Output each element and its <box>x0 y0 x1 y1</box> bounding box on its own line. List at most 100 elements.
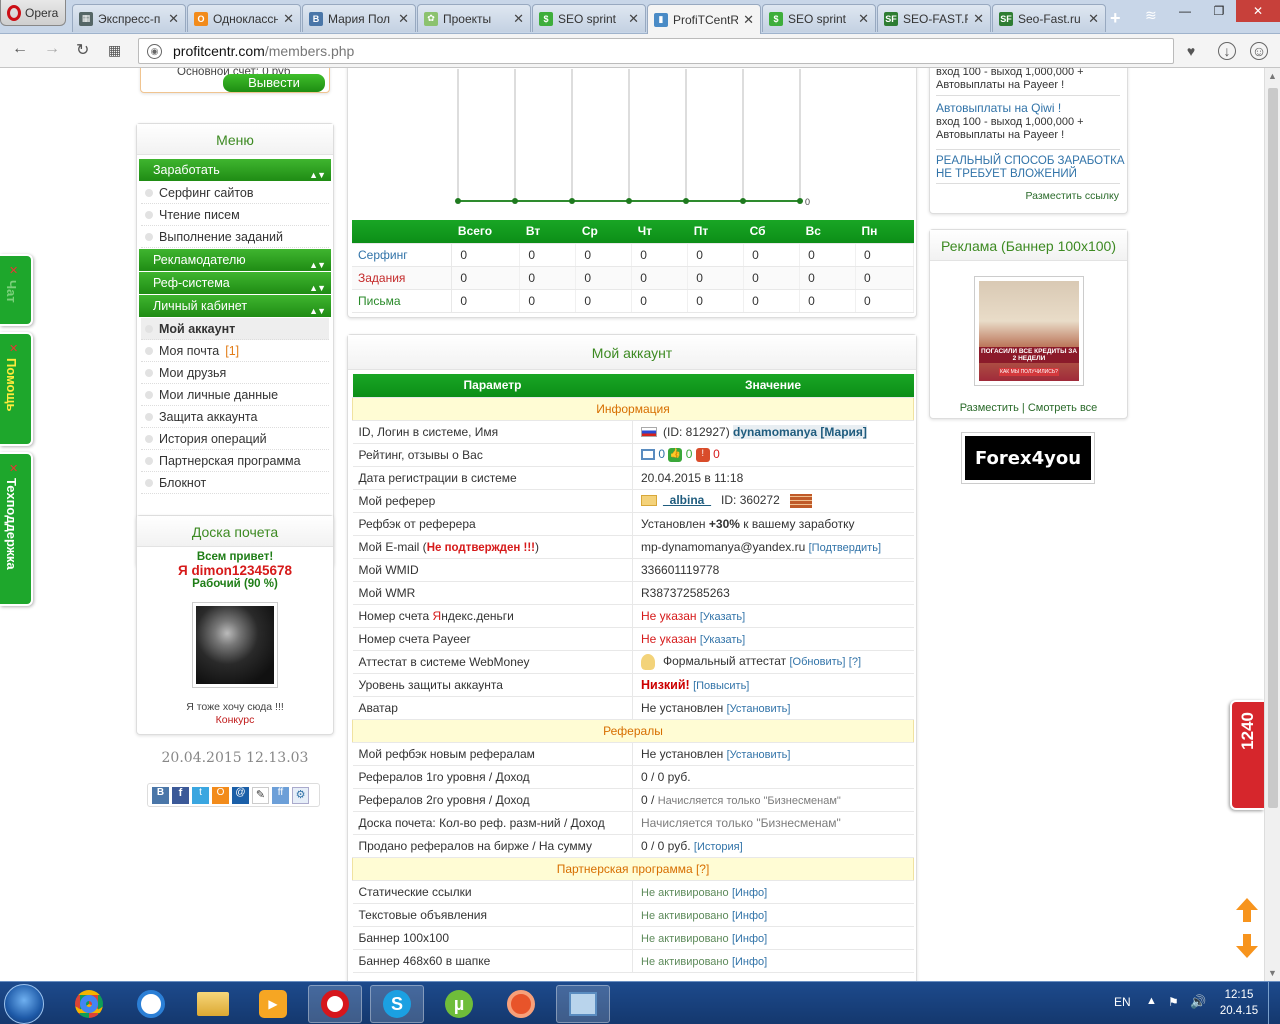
menu-section-earn[interactable]: Заработать ▲▼ <box>139 159 331 181</box>
scrollbar-thumb[interactable] <box>1268 88 1278 808</box>
menu-item-notepad[interactable]: Блокнот <box>141 472 329 494</box>
twitter-share-icon[interactable]: t <box>192 787 209 804</box>
tab-express[interactable]: ▦ Экспресс-п ✕ <box>72 4 186 32</box>
scroll-up-icon[interactable]: ▲ <box>1268 71 1277 81</box>
url-field[interactable]: ◉ profitcentr.com/members.php <box>138 38 1174 64</box>
info-link[interactable]: [Инфо] <box>732 910 767 922</box>
set-refback-link[interactable]: [Установить] <box>727 749 791 761</box>
sold-history-link[interactable]: [История] <box>694 841 743 853</box>
close-tab-icon[interactable]: ✕ <box>628 11 639 27</box>
taskbar-app-3[interactable] <box>556 985 610 1023</box>
friendfeed-share-icon[interactable]: ff <box>272 787 289 804</box>
stats-row-label[interactable]: Задания <box>352 266 453 290</box>
site-info-icon[interactable]: ◉ <box>147 44 162 59</box>
withdraw-button[interactable]: Вывести <box>223 74 325 92</box>
raise-protection-link[interactable]: [Повысить] <box>693 680 749 692</box>
close-tab-icon[interactable]: ✕ <box>973 11 984 27</box>
action-center-icon[interactable]: ⚑ <box>1168 995 1179 1009</box>
menu-item-my-account[interactable]: Мой аккаунт <box>141 318 329 340</box>
place-banner-link[interactable]: Разместить <box>960 402 1019 414</box>
update-attest-link[interactable]: [Обновить] <box>790 656 846 668</box>
mailru-share-icon[interactable]: @ <box>232 787 249 804</box>
close-tab-icon[interactable]: ✕ <box>1088 11 1099 27</box>
ad-text-3[interactable]: РЕАЛЬНЫЙ СПОСОБ ЗАРАБОТКА НЕ ТРЕБУЕТ ВЛОЖ… <box>936 155 1125 181</box>
download-icon[interactable]: ↓ <box>1218 42 1236 60</box>
close-tab-icon[interactable]: ✕ <box>398 11 409 27</box>
stats-row-label[interactable]: Серфинг <box>352 243 453 267</box>
taskbar-media[interactable]: ▶ <box>246 985 300 1023</box>
info-link[interactable]: [Инфо] <box>732 956 767 968</box>
account-icon[interactable]: ☺ <box>1250 42 1268 60</box>
heart-icon[interactable]: ♥ <box>1182 42 1200 60</box>
start-button[interactable] <box>4 984 44 1024</box>
vk-share-icon[interactable]: В <box>152 787 169 804</box>
language-indicator[interactable]: EN <box>1114 995 1131 1009</box>
chat-side-tab[interactable]: ✕ Чат <box>0 254 33 326</box>
tab-seosprint[interactable]: $ SEO sprint ✕ <box>532 4 646 32</box>
close-tab-icon[interactable]: ✕ <box>168 11 179 27</box>
place-link-button[interactable]: Разместить ссылку <box>1025 190 1119 202</box>
menu-item-history[interactable]: История операций <box>141 428 329 450</box>
scroll-down-icon[interactable]: ▼ <box>1268 968 1277 978</box>
envelope-icon[interactable] <box>641 495 657 507</box>
taskbar-utorrent[interactable]: µ <box>432 985 486 1023</box>
taskbar-opera[interactable] <box>308 985 362 1023</box>
attest-help-link[interactable]: [?] <box>849 656 861 668</box>
taskbar-app-2[interactable] <box>494 985 548 1023</box>
tab-projects[interactable]: ✿ Проекты ✕ <box>417 4 531 32</box>
forward-icon[interactable]: → <box>44 40 60 58</box>
back-icon[interactable]: ← <box>12 40 28 58</box>
livejournal-share-icon[interactable]: ✎ <box>252 787 269 804</box>
minimize-icon[interactable]: — <box>1168 0 1202 22</box>
close-tab-icon[interactable]: ✕ <box>743 12 754 28</box>
ad-text-1[interactable]: вход 100 - выход 1,000,000 + Автовыплаты … <box>936 68 1084 92</box>
close-chat-icon[interactable]: ✕ <box>9 264 18 277</box>
menu-section-advertiser[interactable]: Рекламодателю ▲▼ <box>139 249 331 271</box>
tab-seofast[interactable]: SF SEO-FAST.R ✕ <box>877 4 991 32</box>
see-all-link[interactable]: Смотреть все <box>1028 402 1097 414</box>
close-support-icon[interactable]: ✕ <box>9 462 18 475</box>
taskbar-app[interactable] <box>124 985 178 1023</box>
confirm-email-link[interactable]: [Подтвердить] <box>809 542 881 554</box>
set-avatar-link[interactable]: [Установить] <box>727 703 791 715</box>
ok-share-icon[interactable]: О <box>212 787 229 804</box>
menu-item-tasks[interactable]: Выполнение заданий <box>141 226 329 248</box>
banner-ad[interactable]: ПОГАСИЛИ ВСЕ КРЕДИТЫ ЗА 2 НЕДЕЛИ КАК МЫ … <box>974 276 1084 386</box>
referer-login[interactable]: _albina_ <box>663 493 711 507</box>
close-window-icon[interactable]: ✕ <box>1236 0 1280 22</box>
set-payeer-link[interactable]: [Указать] <box>700 634 745 646</box>
menu-item-surfing[interactable]: Серфинг сайтов <box>141 182 329 204</box>
ad-text-2[interactable]: Автовыплаты на Qiwi ! вход 100 - выход 1,… <box>936 102 1084 142</box>
tab-seofast-2[interactable]: SF Seo-Fast.ru ✕ <box>992 4 1106 32</box>
support-side-tab[interactable]: ✕ Техподдержка <box>0 452 33 606</box>
tab-menu-icon[interactable]: ≋ <box>1145 7 1157 24</box>
taskbar-explorer[interactable] <box>186 985 240 1023</box>
info-link[interactable]: [Инфо] <box>732 933 767 945</box>
maximize-icon[interactable]: ❐ <box>1202 0 1236 22</box>
more-share-icon[interactable]: ⚙ <box>292 787 309 804</box>
honor-avatar[interactable] <box>192 602 278 688</box>
menu-item-my-mail[interactable]: Моя почта [1] <box>141 340 329 362</box>
tab-odnoklassniki[interactable]: О Одноклассн ✕ <box>187 4 301 32</box>
opera-menu-button[interactable]: Opera <box>0 0 66 26</box>
menu-item-mail[interactable]: Чтение писем <box>141 204 329 226</box>
menu-item-friends[interactable]: Мои друзья <box>141 362 329 384</box>
reload-icon[interactable]: ↻ <box>76 40 89 60</box>
page-scrollbar[interactable]: ▲ ▼ <box>1264 68 1280 981</box>
menu-section-cabinet[interactable]: Личный кабинет ▲▼ <box>139 295 331 317</box>
new-tab-button[interactable]: + <box>1110 8 1121 29</box>
close-tab-icon[interactable]: ✕ <box>858 11 869 27</box>
speed-dial-icon[interactable]: ▦ <box>108 42 121 59</box>
honor-user[interactable]: Я dimon12345678 <box>137 563 333 578</box>
taskbar-skype[interactable]: S <box>370 985 424 1023</box>
counter-widget[interactable]: 1240 <box>1230 700 1264 810</box>
menu-item-protect[interactable]: Защита аккаунта <box>141 406 329 428</box>
menu-section-ref[interactable]: Реф-система ▲▼ <box>139 272 331 294</box>
menu-item-personal[interactable]: Мои личные данные <box>141 384 329 406</box>
taskbar-chrome[interactable] <box>62 985 116 1023</box>
scroll-down-arrow[interactable] <box>1236 934 1258 958</box>
close-tab-icon[interactable]: ✕ <box>513 11 524 27</box>
volume-icon[interactable]: 🔊 <box>1190 994 1206 1010</box>
info-link[interactable]: [Инфо] <box>732 887 767 899</box>
show-desktop-button[interactable] <box>1268 982 1280 1024</box>
